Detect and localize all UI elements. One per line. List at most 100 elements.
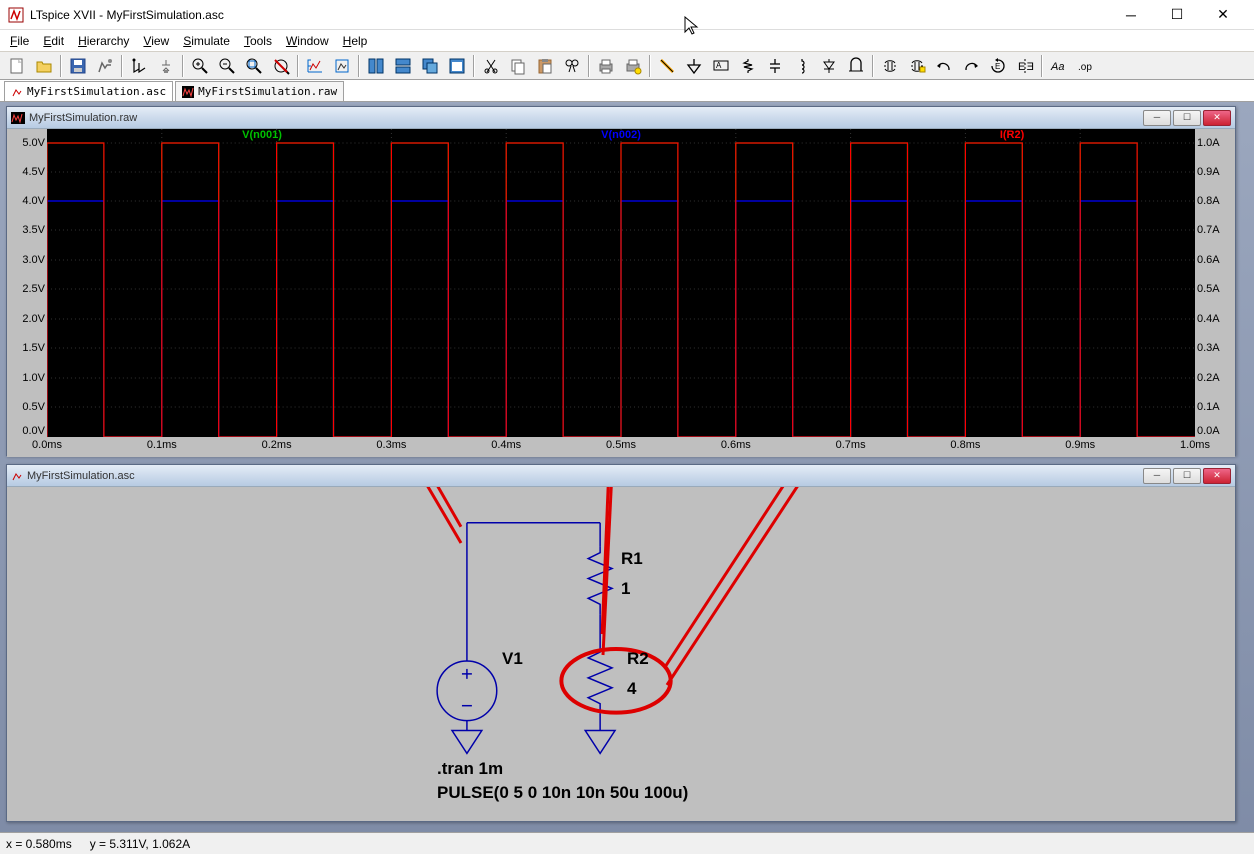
halt-button[interactable] [153, 54, 179, 78]
directive-tran[interactable]: .tran 1m [437, 759, 503, 779]
trace-label-vn002[interactable]: V(n002) [601, 129, 641, 141]
label-net-button[interactable]: A [708, 54, 734, 78]
child-maximize-button[interactable]: ☐ [1173, 468, 1201, 484]
undo-button[interactable] [931, 54, 957, 78]
find-button[interactable] [559, 54, 585, 78]
schematic-window-title: MyFirstSimulation.asc [27, 470, 135, 482]
spice-directive-button[interactable]: .op [1073, 54, 1099, 78]
rotate-button[interactable]: E [985, 54, 1011, 78]
resistor-button[interactable] [735, 54, 761, 78]
window-titlebar: LTspice XVII - MyFirstSimulation.asc ─ ☐… [0, 0, 1254, 30]
schematic-window: MyFirstSimulation.asc ─ ☐ ✕ [6, 464, 1236, 822]
minimize-button[interactable]: ─ [1108, 0, 1154, 30]
pick-visible-traces-button[interactable] [302, 54, 328, 78]
zoom-area-button[interactable] [187, 54, 213, 78]
component-button[interactable] [843, 54, 869, 78]
statusbar: x = 0.580ms y = 5.311V, 1.062A [0, 832, 1254, 854]
waveform-titlebar[interactable]: MyFirstSimulation.raw ─ ☐ ✕ [7, 107, 1235, 129]
open-button[interactable] [31, 54, 57, 78]
label-r2-value[interactable]: 4 [627, 679, 636, 699]
menu-window[interactable]: Window [280, 32, 335, 50]
zoom-back-button[interactable] [214, 54, 240, 78]
print-button[interactable] [593, 54, 619, 78]
paste-button[interactable] [532, 54, 558, 78]
schematic-canvas[interactable]: V1 R1 1 R2 4 .tran 1m PULSE(0 5 0 10n 10… [7, 487, 1235, 821]
cut-button[interactable] [478, 54, 504, 78]
tile-horiz-button[interactable] [390, 54, 416, 78]
menu-simulate[interactable]: Simulate [177, 32, 236, 50]
control-panel-button[interactable] [92, 54, 118, 78]
component-r2 [588, 646, 612, 714]
y-axis-right[interactable]: 1.0A 0.9A 0.8A 0.7A 0.6A 0.5A 0.4A 0.3A … [1195, 129, 1235, 437]
y-axis-left[interactable]: 5.0V 4.5V 4.0V 3.5V 3.0V 2.5V 2.0V 1.5V … [7, 129, 47, 437]
mirror-button[interactable]: EE [1012, 54, 1038, 78]
menu-file[interactable]: File [4, 32, 35, 50]
waveform-icon [11, 112, 25, 124]
tab-label: MyFirstSimulation.asc [27, 85, 166, 98]
trace-label-ir2[interactable]: I(R2) [1000, 129, 1024, 141]
annotation-ellipse [561, 649, 670, 713]
menubar: File Edit Hierarchy View Simulate Tools … [0, 30, 1254, 52]
child-minimize-button[interactable]: ─ [1143, 468, 1171, 484]
child-minimize-button[interactable]: ─ [1143, 110, 1171, 126]
run-button[interactable] [126, 54, 152, 78]
maximize-button[interactable]: ☐ [1154, 0, 1200, 30]
ground-r2 [585, 731, 615, 754]
svg-text:A: A [716, 61, 722, 70]
print-setup-button[interactable] [620, 54, 646, 78]
label-v1[interactable]: V1 [502, 649, 523, 669]
redo-button[interactable] [958, 54, 984, 78]
text-button[interactable]: Aa [1046, 54, 1072, 78]
child-maximize-button[interactable]: ☐ [1173, 110, 1201, 126]
tab-label: MyFirstSimulation.raw [198, 85, 337, 98]
menu-hierarchy[interactable]: Hierarchy [72, 32, 135, 50]
label-r1-name[interactable]: R1 [621, 549, 643, 569]
svg-text:Aa: Aa [1050, 61, 1064, 73]
child-close-button[interactable]: ✕ [1203, 110, 1231, 126]
trace-label-vn001[interactable]: V(n001) [242, 129, 282, 141]
move-button[interactable] [877, 54, 903, 78]
svg-text:.op: .op [1078, 62, 1092, 73]
component-v1 [437, 661, 497, 721]
inductor-button[interactable] [789, 54, 815, 78]
diode-button[interactable] [816, 54, 842, 78]
status-y: y = 5.311V, 1.062A [90, 837, 190, 851]
zoom-full-button[interactable] [241, 54, 267, 78]
save-button[interactable] [65, 54, 91, 78]
cascade-button[interactable] [417, 54, 443, 78]
close-button[interactable]: ✕ [1200, 0, 1246, 30]
x-axis[interactable]: 0.0ms 0.1ms 0.2ms 0.3ms 0.4ms 0.5ms 0.6m… [47, 437, 1195, 457]
status-x: x = 0.580ms [6, 837, 72, 851]
tab-schematic[interactable]: MyFirstSimulation.asc [4, 81, 173, 101]
tab-waveform[interactable]: MyFirstSimulation.raw [175, 81, 344, 101]
copy-button[interactable] [505, 54, 531, 78]
svg-text:E: E [1018, 61, 1025, 73]
autorange-y-button[interactable] [329, 54, 355, 78]
toolbar: A E EE Aa .op [0, 52, 1254, 80]
capacitor-button[interactable] [762, 54, 788, 78]
schematic-svg [7, 487, 1235, 821]
label-r1-value[interactable]: 1 [621, 579, 630, 599]
menu-tools[interactable]: Tools [238, 32, 278, 50]
waveform-window-title: MyFirstSimulation.raw [29, 112, 137, 124]
close-window-button[interactable] [444, 54, 470, 78]
waveform-plot[interactable]: V(n001) V(n002) I(R2) [47, 129, 1195, 437]
new-schematic-button[interactable] [4, 54, 30, 78]
drag-button[interactable] [904, 54, 930, 78]
component-r1 [588, 547, 612, 615]
menu-help[interactable]: Help [337, 32, 374, 50]
schematic-titlebar[interactable]: MyFirstSimulation.asc ─ ☐ ✕ [7, 465, 1235, 487]
document-tabs: MyFirstSimulation.asc MyFirstSimulation.… [0, 80, 1254, 102]
directive-pulse[interactable]: PULSE(0 5 0 10n 10n 50u 100u) [437, 783, 688, 803]
autorange-button[interactable] [268, 54, 294, 78]
menu-edit[interactable]: Edit [37, 32, 70, 50]
draw-wire-button[interactable] [654, 54, 680, 78]
svg-text:E: E [995, 62, 1000, 71]
label-r2-name[interactable]: R2 [627, 649, 649, 669]
svg-text:E: E [1027, 61, 1034, 73]
ground-button[interactable] [681, 54, 707, 78]
trace-ir2 [47, 143, 1195, 437]
menu-view[interactable]: View [137, 32, 175, 50]
tile-button[interactable] [363, 54, 389, 78]
child-close-button[interactable]: ✕ [1203, 468, 1231, 484]
